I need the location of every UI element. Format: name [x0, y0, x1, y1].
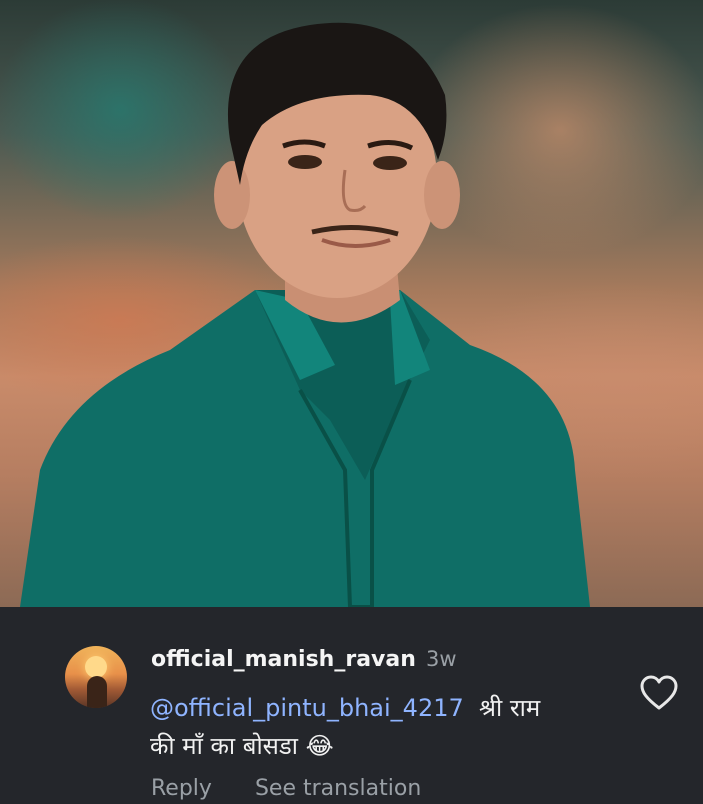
portrait-illustration — [20, 22, 590, 607]
comment-actions: Reply See translation — [151, 776, 457, 801]
reply-button[interactable]: Reply — [151, 776, 212, 801]
sunset-sun — [85, 656, 107, 678]
comment-username[interactable]: official_manish_ravan — [151, 647, 416, 672]
see-translation-button[interactable]: See translation — [255, 776, 421, 801]
post-photo — [0, 0, 703, 607]
comment-text: @official_pintu_bhai_4217 श्री राम की मा… — [150, 689, 620, 765]
like-heart-icon[interactable] — [640, 675, 678, 711]
comment-text-line2: की माँ का बोसडा — [150, 732, 298, 760]
mention-link[interactable]: @official_pintu_bhai_4217 — [150, 694, 464, 722]
commenter-avatar[interactable] — [65, 646, 127, 708]
comment-timestamp: 3w — [426, 647, 457, 671]
laughing-emoji: 😂 — [305, 732, 334, 760]
silhouette-figure — [87, 676, 107, 708]
comment-text-line1: श्री राम — [479, 694, 541, 722]
